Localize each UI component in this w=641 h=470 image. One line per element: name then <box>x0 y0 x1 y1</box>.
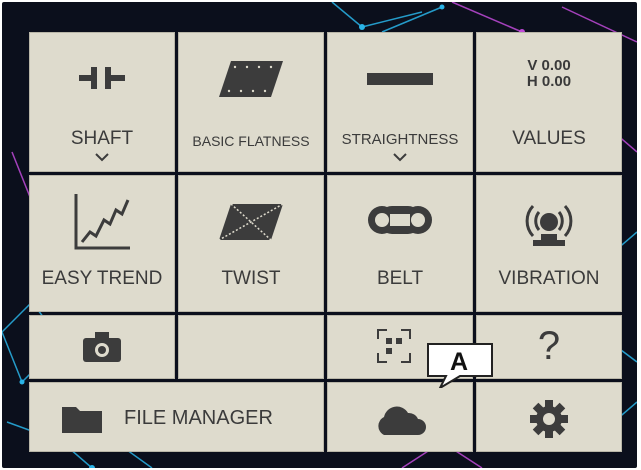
straightness-label: STRAIGHTNESS <box>341 131 459 148</box>
values-tile[interactable]: V 0.00 H 0.00 VALUES <box>476 32 622 172</box>
cloud-tile[interactable] <box>327 382 473 452</box>
camera-tile[interactable] <box>29 315 175 379</box>
straight-bar-icon <box>367 73 433 85</box>
blank-tile[interactable] <box>178 315 324 379</box>
v-value: V 0.00 <box>527 57 571 74</box>
flatness-plane-icon <box>219 61 283 97</box>
h-value: H 0.00 <box>526 73 572 90</box>
trend-chart-icon <box>74 194 130 250</box>
easy-trend-label: EASY TREND <box>41 268 163 289</box>
chevron-down-icon <box>393 153 407 162</box>
device-screen: SHAFT BASIC FLATNESS STRAIGHTNESS V 0.00… <box>2 2 637 468</box>
settings-tile[interactable] <box>476 382 622 452</box>
cloud-icon <box>378 406 426 435</box>
file-manager-label: FILE MANAGER <box>124 407 273 429</box>
twist-tile[interactable]: TWIST <box>178 175 324 312</box>
easy-trend-tile[interactable]: EASY TREND <box>29 175 175 312</box>
belt-label: BELT <box>376 268 424 289</box>
values-label: VALUES <box>512 128 586 149</box>
basic-flatness-tile[interactable]: BASIC FLATNESS <box>178 32 324 172</box>
straightness-tile[interactable]: STRAIGHTNESS <box>327 32 473 172</box>
chevron-down-icon <box>95 153 109 162</box>
basic-flatness-label: BASIC FLATNESS <box>192 133 310 149</box>
vibration-tile[interactable]: VIBRATION <box>476 175 622 312</box>
gear-icon <box>530 400 568 438</box>
twist-plane-icon <box>219 204 283 240</box>
shaft-label: SHAFT <box>70 128 134 149</box>
twist-label: TWIST <box>221 268 281 289</box>
help-tile[interactable]: ? <box>476 315 622 379</box>
belt-tile[interactable]: BELT <box>327 175 473 312</box>
folder-icon <box>62 407 102 433</box>
coupling-icon <box>79 67 125 89</box>
qr-scan-icon <box>377 329 411 363</box>
callout-label: A <box>449 348 469 376</box>
question-icon: ? <box>537 324 561 368</box>
shaft-tile[interactable]: SHAFT <box>29 32 175 172</box>
belt-pulley-icon <box>368 206 432 234</box>
vibration-label: VIBRATION <box>498 268 600 289</box>
file-manager-tile[interactable]: FILE MANAGER <box>29 382 324 452</box>
values-readout: V 0.00 H 0.00 <box>477 58 621 90</box>
camera-icon <box>83 332 121 362</box>
vibration-sensor-icon <box>525 204 573 246</box>
